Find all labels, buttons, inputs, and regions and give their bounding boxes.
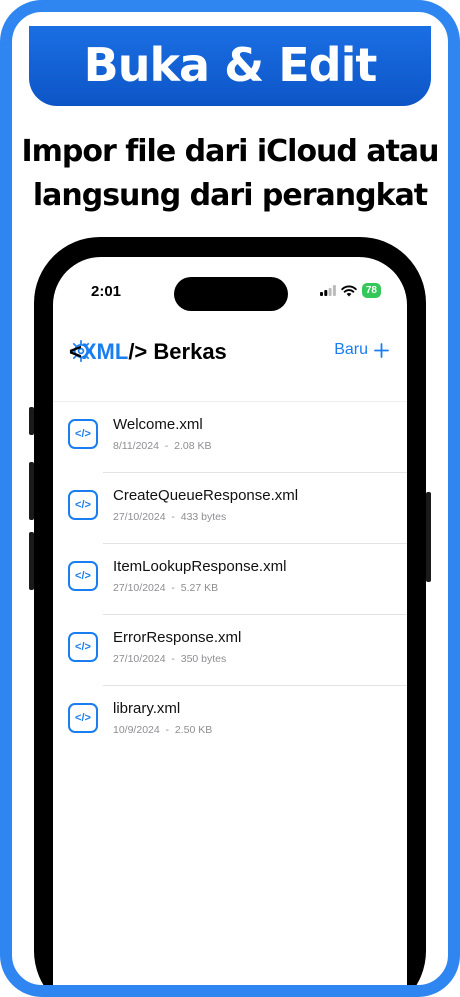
title-open-bracket: <	[69, 339, 82, 364]
title-label: Berkas	[153, 339, 227, 364]
title-xml: XML	[81, 339, 129, 364]
file-meta: 27/10/2024 - 350 bytes	[113, 653, 227, 665]
xml-file-icon: </>	[68, 703, 98, 733]
file-meta: 8/11/2024 - 2.08 KB	[113, 440, 212, 452]
phone-volume-down-button	[29, 532, 34, 590]
status-time: 2:01	[91, 283, 122, 300]
file-row[interactable]: </> ItemLookupResponse.xml 27/10/2024 - …	[53, 544, 407, 615]
app-screen: 2:01 78 Baru <XML/> Berkas </> Welcome.x…	[53, 257, 407, 985]
file-name: ErrorResponse.xml	[113, 629, 242, 646]
promo-subtitle: Impor file dari iCloud atau langsung dar…	[12, 130, 448, 218]
file-name: library.xml	[113, 700, 181, 717]
file-date: 27/10/2024	[113, 653, 166, 665]
file-name: ItemLookupResponse.xml	[113, 558, 287, 575]
file-date: 27/10/2024	[113, 582, 166, 594]
wifi-icon	[341, 285, 357, 296]
plus-icon	[374, 342, 389, 358]
file-size: 2.50 KB	[174, 724, 213, 736]
new-file-label: Baru	[334, 341, 368, 358]
battery-indicator: 78	[361, 283, 381, 298]
phone-mockup: 2:01 78 Baru <XML/> Berkas </> Welcome.x…	[29, 237, 431, 985]
file-list: </> Welcome.xml 8/11/2024 - 2.08 KB </> …	[53, 401, 407, 757]
file-size: 2.08 KB	[174, 440, 212, 452]
new-file-button[interactable]: Baru	[334, 341, 389, 359]
cellular-signal-icon	[319, 285, 336, 296]
file-meta: 27/10/2024 - 5.27 KB	[113, 582, 219, 594]
file-row[interactable]: </> library.xml 10/9/2024 - 2.50 KB	[53, 686, 407, 757]
promo-headline: Buka & Edit XML	[29, 26, 431, 170]
promo-frame: Buka & Edit XML Impor file dari iCloud a…	[0, 0, 460, 997]
dynamic-island	[174, 277, 288, 311]
file-name: CreateQueueResponse.xml	[113, 487, 299, 504]
file-name: Welcome.xml	[113, 416, 203, 433]
xml-file-icon: </>	[68, 490, 98, 520]
file-size: 433 bytes	[180, 511, 227, 523]
phone-volume-up-button	[29, 462, 34, 520]
xml-file-icon: </>	[68, 561, 98, 591]
file-date: 27/10/2024	[113, 511, 166, 523]
file-row[interactable]: </> CreateQueueResponse.xml 27/10/2024 -…	[53, 473, 407, 544]
phone-power-button	[426, 492, 431, 582]
promo-subtitle-line-2: langsung dari perangkat	[32, 178, 428, 213]
file-meta: 27/10/2024 - 433 bytes	[113, 511, 227, 523]
file-date: 10/9/2024	[113, 724, 160, 736]
title-close-bracket: />	[128, 339, 148, 364]
file-size: 5.27 KB	[180, 582, 219, 594]
file-row[interactable]: </> Welcome.xml 8/11/2024 - 2.08 KB	[53, 402, 407, 473]
promo-subtitle-line-1: Impor file dari iCloud atau	[21, 134, 439, 169]
page-title: <XML/> Berkas	[69, 339, 227, 365]
file-meta: 10/9/2024 - 2.50 KB	[113, 724, 213, 736]
file-size: 350 bytes	[180, 653, 227, 665]
file-date: 8/11/2024	[113, 440, 159, 452]
file-row[interactable]: </> ErrorResponse.xml 27/10/2024 - 350 b…	[53, 615, 407, 686]
status-indicators: 78	[319, 283, 381, 298]
xml-file-icon: </>	[68, 632, 98, 662]
xml-file-icon: </>	[68, 419, 98, 449]
phone-action-button	[29, 407, 34, 435]
